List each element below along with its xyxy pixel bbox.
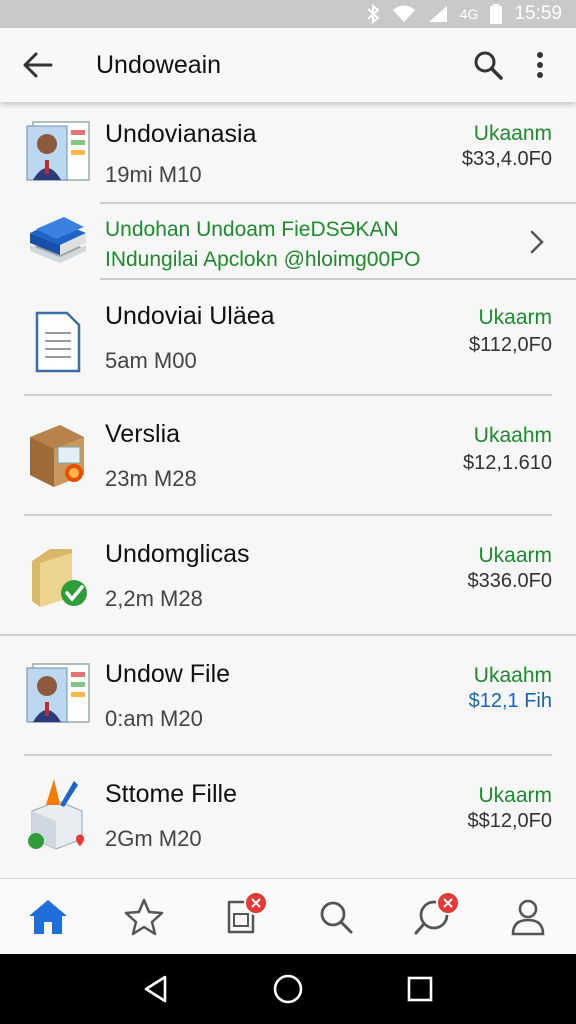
file-status: Ukaanm: [473, 122, 552, 145]
file-price: $33,4.0F0: [461, 148, 552, 170]
page-title: Undoweain: [96, 50, 222, 79]
close-icon: [251, 897, 261, 908]
file-status: Ukaarm: [478, 784, 552, 807]
file-status: Ukaarm: [478, 306, 552, 329]
triangle-back-icon: [144, 975, 167, 1003]
file-price: $112,0F0: [468, 334, 552, 356]
box-tools-icon: [24, 779, 92, 850]
star-icon: [124, 898, 164, 935]
more-vert-icon: [537, 52, 543, 78]
list-item[interactable]: Undomglicas 2,2m M28 Ukaarm $336.0F0: [0, 516, 576, 634]
nav-favorites[interactable]: [112, 885, 176, 949]
file-meta: 19mi M10: [105, 162, 202, 187]
file-meta: 5am M00: [105, 348, 197, 373]
app-root: 4G 15:59 Undoweain Undovianasia 19mi M10…: [0, 0, 576, 1024]
nav-chat[interactable]: [400, 885, 464, 949]
network-type-label: 4G: [459, 6, 479, 22]
file-status: Ukaahm: [473, 424, 552, 447]
file-name: Undoviai Uläea: [105, 302, 275, 330]
chevron-right-icon: [522, 222, 552, 262]
notification-badge: [244, 890, 268, 915]
nav-profile[interactable]: [496, 885, 560, 949]
list-item[interactable]: Undow File 0:am M20 Ukaahm $12,1 Fih: [0, 636, 576, 754]
file-name: Undomglicas: [105, 540, 250, 568]
cell-signal-icon: [428, 5, 448, 23]
notification-badge: [436, 890, 460, 915]
list-item[interactable]: Sttome Fille 2Gm M20 Ukaarm $$12,0F0: [0, 756, 576, 874]
file-status: Ukaarm: [478, 544, 552, 567]
circle-home-icon: [273, 974, 303, 1004]
back-button[interactable]: [8, 35, 68, 95]
close-icon: [443, 897, 453, 908]
system-back-button[interactable]: [131, 964, 181, 1014]
list-item[interactable]: Undovianasia 19mi M10 Ukaanm $33,4.0F0: [0, 102, 576, 202]
file-name: Verslia: [105, 420, 181, 448]
status-bar: 4G 15:59: [0, 0, 576, 28]
package-icon: [24, 420, 92, 488]
list-item[interactable]: Verslia 23m M28 Ukaahm $12,1.610: [0, 396, 576, 514]
app-bar: Undoweain: [0, 28, 576, 102]
nav-search[interactable]: [304, 885, 368, 949]
file-price: $$12,0F0: [467, 810, 552, 832]
bottom-navigation: [0, 878, 576, 954]
status-time: 15:59: [514, 3, 562, 24]
contact-card-icon: [24, 118, 92, 186]
file-name: Sttome Fille: [105, 780, 237, 808]
banner-line-2: INdungilai Apclokn @hloimg00PO: [105, 248, 421, 271]
file-list: Undovianasia 19mi M10 Ukaanm $33,4.0F0 U…: [0, 102, 576, 878]
nav-sim[interactable]: [208, 885, 272, 949]
file-meta: 0:am M20: [105, 706, 203, 731]
search-icon: [474, 51, 503, 80]
home-icon: [29, 899, 67, 934]
profile-icon: [511, 899, 545, 935]
file-price: $12,1 Fih: [468, 690, 552, 712]
folder-check-icon: [24, 542, 92, 610]
system-navigation-bar: [0, 954, 576, 1024]
search-button[interactable]: [462, 35, 514, 95]
file-meta: 23m M28: [105, 466, 197, 491]
list-item[interactable]: Undoviai Uläea 5am M00 Ukaarm $112,0F0: [0, 280, 576, 394]
file-name: Undovianasia: [105, 120, 257, 148]
file-name: Undow File: [105, 660, 231, 688]
file-status: Ukaahm: [473, 664, 552, 687]
system-recents-button[interactable]: [395, 964, 445, 1014]
search-icon: [320, 901, 353, 933]
more-options-button[interactable]: [514, 35, 566, 95]
file-meta: 2Gm M20: [105, 826, 202, 851]
system-home-button[interactable]: [263, 964, 313, 1014]
square-recents-icon: [407, 976, 433, 1002]
banner-line-1: Undohan Undoam FieDSƏKAN: [105, 218, 399, 241]
file-meta: 2,2m M28: [105, 586, 203, 611]
stacked-books-icon: [24, 206, 92, 274]
bluetooth-icon: [366, 4, 380, 24]
arrow-left-icon: [23, 52, 53, 78]
file-price: $12,1.610: [463, 452, 552, 474]
wifi-icon: [392, 5, 416, 23]
promo-banner[interactable]: Undohan Undoam FieDSƏKAN INdungilai Apcl…: [0, 204, 576, 280]
battery-icon: [490, 4, 503, 24]
contact-card-icon: [24, 660, 92, 728]
file-price: $336.0F0: [467, 570, 552, 592]
document-icon: [24, 308, 92, 376]
nav-home[interactable]: [16, 885, 80, 949]
